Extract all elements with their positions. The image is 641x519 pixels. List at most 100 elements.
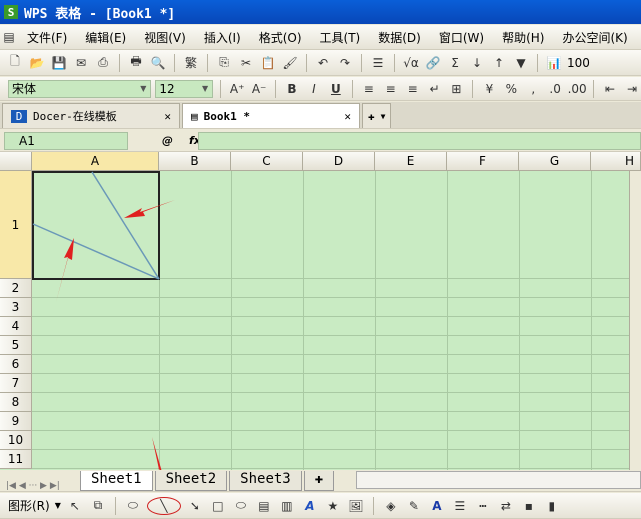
wordart-icon[interactable]: A — [301, 497, 319, 515]
bold-button[interactable]: B — [283, 80, 301, 98]
paste-icon[interactable]: 📋 — [259, 54, 277, 72]
search-function-icon[interactable]: @ — [162, 134, 173, 147]
sheet-navigation-icon[interactable]: |◀ ◀ ··· ▶ ▶| — [6, 481, 78, 491]
sheet-tab[interactable]: Sheet3 — [229, 471, 302, 491]
arrow-style-icon[interactable]: ⇄ — [497, 497, 515, 515]
chart-icon[interactable]: 📊 — [545, 54, 563, 72]
chevron-down-icon[interactable]: ▼ — [55, 501, 61, 510]
menu-window[interactable]: 窗口(W) — [430, 29, 493, 46]
dash-style-icon[interactable]: ┅ — [474, 497, 492, 515]
font-size-select[interactable]: 12 ▼ — [155, 79, 214, 98]
increase-decimal-icon[interactable]: .0 — [546, 80, 564, 98]
rows-icon[interactable]: ☰ — [369, 54, 387, 72]
shadow-icon[interactable]: ▪ — [520, 497, 538, 515]
decrease-font-icon[interactable]: A⁻ — [250, 80, 268, 98]
select-objects-icon[interactable]: ⧉ — [89, 497, 107, 515]
italic-button[interactable]: I — [305, 80, 323, 98]
save-icon[interactable]: 💾 — [50, 54, 68, 72]
sum-icon[interactable]: Σ — [446, 54, 464, 72]
open-icon[interactable]: 📂 — [28, 54, 46, 72]
annotation-overlay — [32, 171, 175, 470]
increase-indent-icon[interactable]: ⇥ — [623, 80, 641, 98]
arrow-tool-icon[interactable]: ➘ — [186, 497, 204, 515]
underline-button[interactable]: U — [327, 80, 345, 98]
format-painter-icon[interactable]: 🖌 — [281, 54, 299, 72]
menu-format[interactable]: 格式(O) — [250, 29, 311, 46]
rectangle-icon[interactable]: □ — [209, 497, 227, 515]
vertical-textbox-icon[interactable]: ▥ — [278, 497, 296, 515]
menu-file[interactable]: 文件(F) — [18, 29, 76, 46]
formula-icon[interactable]: √α — [402, 54, 420, 72]
3d-style-icon[interactable]: ▮ — [543, 497, 561, 515]
spreadsheet-grid[interactable]: A B C D E F G H 1 2 3 4 5 6 7 8 9 10 11 — [0, 152, 641, 470]
zoom-level[interactable]: 100 — [567, 56, 590, 70]
menu-help[interactable]: 帮助(H) — [493, 29, 553, 46]
increase-font-icon[interactable]: A⁺ — [228, 80, 246, 98]
menu-view[interactable]: 视图(V) — [135, 29, 195, 46]
sort-descending-icon[interactable]: ↑ — [490, 54, 508, 72]
sheet-tab[interactable]: Sheet2 — [154, 471, 228, 491]
font-color-icon[interactable]: A — [428, 497, 446, 515]
decrease-indent-icon[interactable]: ⇤ — [601, 80, 619, 98]
new-tab-button[interactable]: ✚ ▼ — [362, 103, 392, 128]
redo-icon[interactable]: ↷ — [336, 54, 354, 72]
export-pdf-icon[interactable]: ⎙ — [94, 54, 112, 72]
decrease-decimal-icon[interactable]: .00 — [568, 80, 587, 98]
align-center-icon[interactable]: ≡ — [382, 80, 400, 98]
align-right-icon[interactable]: ≡ — [404, 80, 422, 98]
menu-bar: ▤ 文件(F) 编辑(E) 视图(V) 插入(I) 格式(O) 工具(T) 数据… — [0, 25, 641, 50]
print-preview-icon[interactable]: 🔍 — [149, 54, 167, 72]
docer-icon: D — [11, 109, 27, 123]
hyperlink-icon[interactable]: 🔗 — [424, 54, 442, 72]
sheet-tabs-bar: |◀ ◀ ··· ▶ ▶| Sheet1 Sheet2 Sheet3 ✚ — [0, 470, 641, 492]
font-name-select[interactable]: 宋体 ▼ — [8, 79, 152, 98]
formula-input[interactable] — [198, 131, 641, 150]
clipart-icon[interactable]: ★ — [324, 497, 342, 515]
comma-button[interactable]: , — [524, 80, 542, 98]
document-icon: ▤ — [3, 30, 15, 44]
fill-color-icon[interactable]: ◈ — [382, 497, 400, 515]
line-color-icon[interactable]: ✎ — [405, 497, 423, 515]
close-icon[interactable]: ✕ — [344, 110, 351, 123]
menu-data[interactable]: 数据(D) — [369, 29, 430, 46]
menu-office-space[interactable]: 办公空间(K) — [553, 29, 636, 46]
tab-docer[interactable]: D Docer-在线模板 ✕ — [2, 103, 180, 128]
red-arrow-icon — [152, 437, 164, 470]
line-style-icon[interactable]: ☰ — [451, 497, 469, 515]
line-tool-icon[interactable]: ╲ — [146, 496, 181, 515]
diagonal-line — [32, 223, 160, 280]
align-left-icon[interactable]: ≡ — [360, 80, 378, 98]
sort-ascending-icon[interactable]: ↓ — [468, 54, 486, 72]
font-size-value: 12 — [159, 81, 175, 96]
wrap-text-icon[interactable]: ↵ — [426, 80, 444, 98]
format-toolbar: 宋体 ▼ 12 ▼ A⁺ A⁻ B I U ≡ ≡ ≡ ↵ ⊞ ¥ % , .0 .… — [0, 77, 641, 101]
picture-icon[interactable]: 🖼 — [347, 497, 365, 515]
red-arrow-icon — [56, 238, 74, 302]
percent-button[interactable]: % — [502, 80, 520, 98]
horizontal-scrollbar[interactable] — [356, 471, 641, 489]
red-arrow-icon — [124, 200, 175, 218]
tab-book1[interactable]: ▤ Book1 * ✕ — [182, 103, 360, 128]
new-icon[interactable]: 🗋 — [6, 54, 24, 72]
send-mail-icon[interactable]: ✉ — [72, 54, 90, 72]
menu-insert[interactable]: 插入(I) — [195, 29, 250, 46]
print-icon[interactable]: 🖶 — [127, 54, 145, 72]
copy-icon[interactable]: ⎘ — [215, 54, 233, 72]
currency-icon[interactable]: ¥ — [480, 80, 498, 98]
name-box[interactable]: A1 — [4, 131, 128, 150]
autoshapes-icon[interactable]: ⬭ — [124, 497, 142, 515]
merge-center-icon[interactable]: ⊞ — [448, 80, 466, 98]
menu-edit[interactable]: 编辑(E) — [76, 29, 135, 46]
traditional-chinese-icon[interactable]: 繁 — [182, 54, 200, 72]
undo-icon[interactable]: ↶ — [314, 54, 332, 72]
add-sheet-button[interactable]: ✚ — [303, 471, 335, 491]
shapes-menu[interactable]: 图形(R) — [8, 497, 50, 514]
textbox-icon[interactable]: ▤ — [255, 497, 273, 515]
select-pointer-icon[interactable]: ↖ — [66, 497, 84, 515]
filter-icon[interactable]: ▼ — [512, 54, 530, 72]
cut-icon[interactable]: ✂ — [237, 54, 255, 72]
sheet-tab[interactable]: Sheet1 — [80, 471, 153, 491]
ellipse-icon[interactable]: ⬭ — [232, 497, 250, 515]
close-icon[interactable]: ✕ — [164, 110, 171, 123]
menu-tools[interactable]: 工具(T) — [311, 29, 370, 46]
